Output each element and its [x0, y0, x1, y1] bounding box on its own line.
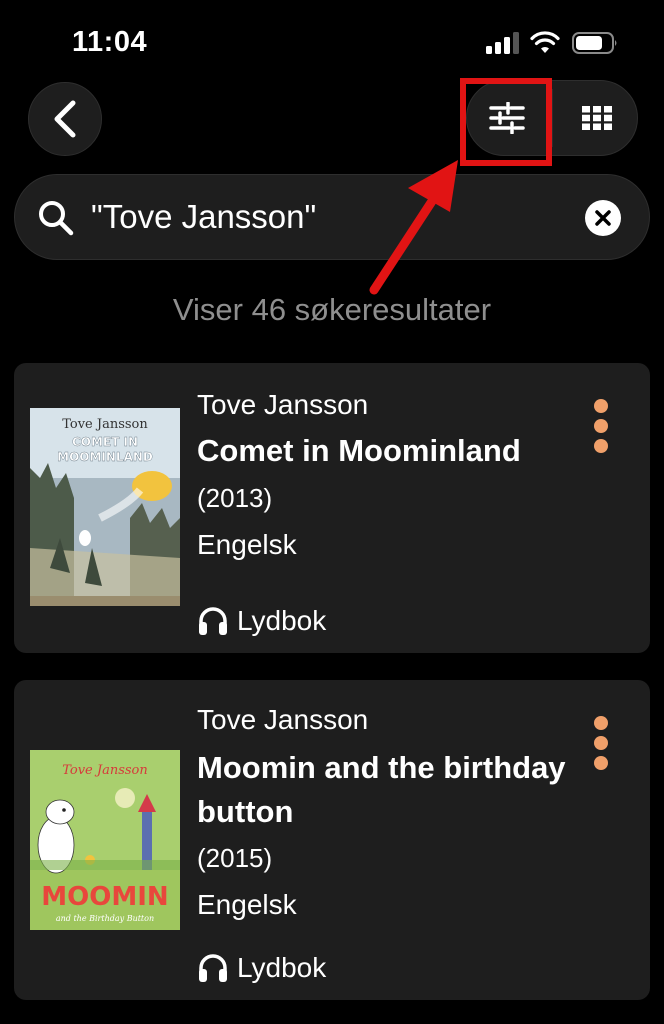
cover-title-line1: COMET IN	[72, 435, 138, 449]
search-icon	[39, 201, 74, 236]
headphones-icon	[199, 954, 227, 982]
annotation-arrow-icon	[369, 160, 458, 295]
status-bar: 11:04	[0, 0, 664, 80]
grid-view-button[interactable]	[557, 81, 637, 155]
book-format: Lydbok	[197, 950, 326, 986]
book-author: Tove Jansson	[197, 389, 369, 420]
wifi-icon	[530, 31, 560, 53]
cellular-signal-icon	[486, 32, 520, 54]
book-year: (2015)	[197, 843, 273, 873]
more-options-button[interactable]	[588, 716, 614, 780]
search-bar[interactable]: "Tove Jansson"	[14, 174, 650, 260]
cover-author: Tove Jansson	[62, 417, 148, 432]
search-input[interactable]: "Tove Jansson"	[91, 175, 316, 259]
result-count: Viser 46 søkeresultater	[172, 292, 492, 327]
headphones-icon	[199, 607, 227, 635]
cover-author: Tove Jansson	[62, 763, 148, 778]
book-year: (2013)	[197, 483, 273, 513]
status-time: 11:04	[72, 26, 148, 58]
more-icon	[594, 399, 608, 413]
book-author: Tove Jansson	[197, 704, 369, 735]
book-format: Lydbok	[197, 603, 326, 639]
more-options-button[interactable]	[588, 399, 614, 463]
more-icon	[594, 716, 608, 730]
result-card[interactable]: Tove Jansson MOOMIN and the Birthday But…	[14, 680, 650, 1000]
book-cover-image: Tove Jansson COMET IN MOOMINLAND	[30, 408, 180, 606]
cover-subtitle: and the Birthday Button	[56, 914, 154, 923]
format-label: Lydbok	[237, 605, 327, 636]
format-label: Lydbok	[237, 952, 327, 983]
grid-icon	[582, 106, 612, 130]
book-title[interactable]: Moomin and the birthday button	[197, 746, 577, 834]
clear-search-button[interactable]	[585, 200, 621, 236]
clear-icon	[595, 210, 611, 226]
battery-icon	[572, 32, 617, 54]
back-button[interactable]	[28, 82, 102, 156]
annotation-highlight-box	[460, 78, 552, 166]
result-card[interactable]: Tove Jansson COMET IN MOOMINLAND Tove Ja…	[14, 363, 650, 653]
back-icon	[54, 100, 76, 138]
book-language: Engelsk	[197, 529, 297, 560]
toggle-divider	[552, 89, 553, 147]
book-language: Engelsk	[197, 889, 297, 920]
cover-title: MOOMIN	[41, 882, 168, 912]
book-title[interactable]: Comet in Moominland	[197, 429, 577, 473]
book-cover-image: Tove Jansson MOOMIN and the Birthday But…	[30, 750, 180, 930]
cover-title-line2: MOOMINLAND	[57, 450, 153, 464]
